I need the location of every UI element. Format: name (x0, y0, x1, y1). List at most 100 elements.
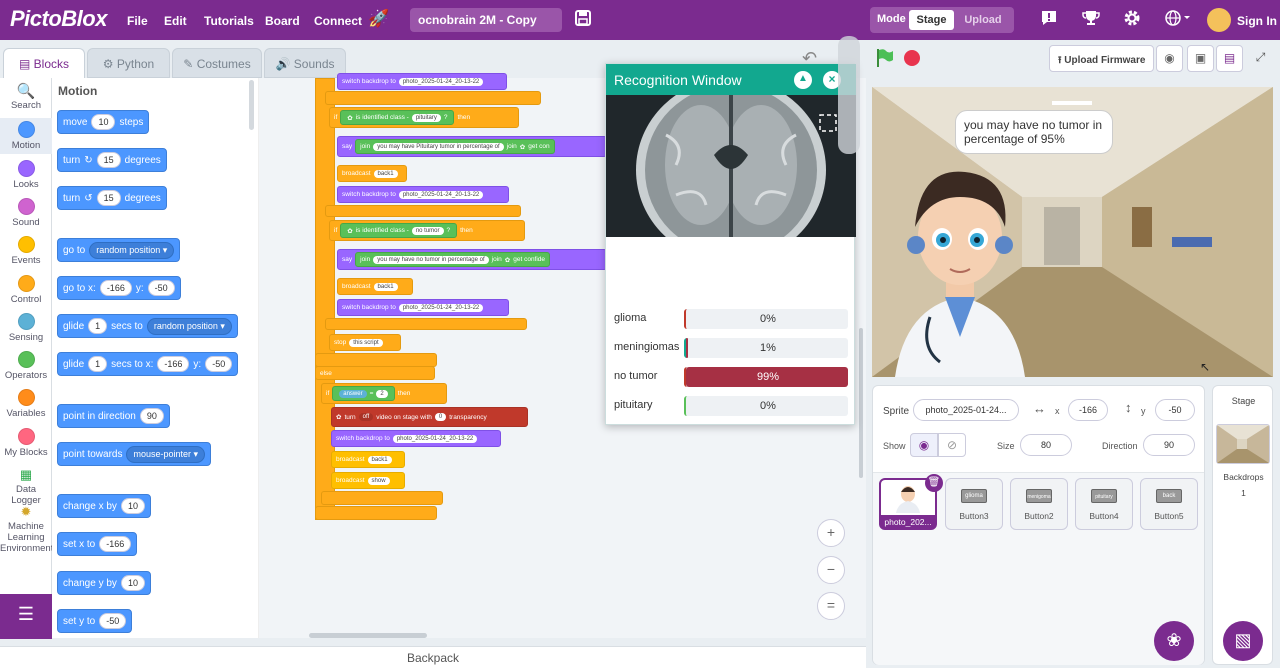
block-move[interactable]: move 10 steps (57, 110, 150, 134)
block-input[interactable]: -166 (99, 280, 132, 296)
ml-condition[interactable]: ✿ is identified class - pituitary ? (340, 110, 455, 125)
tab-python[interactable]: ⚙ Python (87, 48, 170, 78)
block-input[interactable]: 15 (96, 190, 121, 206)
tab-blocks[interactable]: ▤ Blocks (3, 48, 85, 78)
block-input[interactable]: 0 (434, 413, 447, 421)
category-events[interactable]: Events (0, 236, 52, 266)
category-data-logger[interactable]: ▦ Data Logger (0, 467, 52, 506)
mode-upload-button[interactable]: Upload (956, 10, 1010, 30)
add-backdrop-button[interactable]: ▧ (1223, 621, 1263, 661)
block-change-x[interactable]: change x by 10 (57, 494, 151, 518)
block-input[interactable]: no tumor (411, 226, 444, 235)
category-sensing[interactable]: Sensing (0, 313, 52, 343)
rocket-icon[interactable]: 🚀 (368, 9, 389, 29)
backdrop-thumbnail[interactable] (1216, 424, 1270, 464)
menu-board[interactable]: Board (265, 14, 300, 28)
block-input[interactable]: 90 (139, 408, 164, 424)
block-input[interactable]: photo_2025-01-24_20-13-22 (398, 190, 484, 199)
block-turn-right[interactable]: turn ↻ 15 degrees (57, 148, 167, 172)
category-my-blocks[interactable]: My Blocks (0, 428, 52, 458)
block-go-to-xy[interactable]: go to x: -166 y: -50 (57, 276, 181, 300)
join-operator[interactable]: join you may have Pituitary tumor in per… (355, 139, 555, 154)
zoom-in-button[interactable]: + (817, 519, 845, 547)
backpack-bar[interactable]: Backpack (0, 646, 866, 668)
add-extension-button[interactable]: ☰ (0, 594, 52, 639)
block-glide-xy[interactable]: glide 1 secs to x: -166 y: -50 (57, 352, 239, 376)
category-search[interactable]: 🔍 Search (0, 82, 52, 111)
script-if-no-tumor[interactable]: if ✿ is identified class - no tumor ? th… (329, 220, 525, 241)
category-variables[interactable]: Variables (0, 389, 52, 419)
category-looks[interactable]: Looks (0, 160, 52, 190)
y-input[interactable]: -50 (1155, 399, 1195, 421)
zoom-reset-button[interactable]: = (817, 592, 845, 620)
script-say-pituitary[interactable]: say join you may have Pituitary tumor in… (337, 136, 607, 157)
script-say-no-tumor[interactable]: say join you may have no tumor in percen… (337, 249, 607, 270)
equals-operator[interactable]: answer = 2 (332, 386, 395, 401)
block-input[interactable]: -50 (205, 356, 233, 372)
block-input[interactable]: 15 (96, 152, 121, 168)
script-broadcast[interactable]: broadcast back1 (337, 165, 407, 182)
if-block-bar[interactable] (325, 91, 541, 105)
category-sound[interactable]: Sound (0, 198, 52, 228)
category-control[interactable]: Control (0, 275, 52, 305)
feedback-icon[interactable] (1040, 9, 1058, 32)
block-input[interactable]: -50 (99, 613, 127, 629)
script-else[interactable]: else (315, 366, 435, 380)
script-switch-backdrop[interactable]: switch backdrop to photo_2025-01-24_20-1… (337, 299, 509, 316)
block-input[interactable]: photo_2025-01-24_20-13-22 (398, 77, 484, 86)
palette-scrollbar[interactable] (249, 80, 254, 130)
block-point-direction[interactable]: point in direction 90 (57, 404, 170, 428)
language-icon[interactable] (1164, 9, 1192, 32)
sprite-tile[interactable]: menigoma Button2 (1010, 478, 1068, 530)
recognition-window-header[interactable]: Recognition Window (606, 64, 856, 95)
category-operators[interactable]: Operators (0, 351, 52, 381)
green-flag-button[interactable] (872, 46, 898, 72)
delete-sprite-button[interactable]: 🗑 (925, 474, 943, 492)
script-broadcast[interactable]: broadcast show (331, 472, 405, 489)
block-turn-left[interactable]: turn ↺ 15 degrees (57, 186, 167, 210)
sprite-tile[interactable]: glioma Button3 (945, 478, 1003, 530)
block-input[interactable]: -166 (157, 356, 190, 372)
category-motion[interactable]: Motion (0, 118, 52, 154)
if-block-bar[interactable] (321, 491, 443, 505)
block-glide[interactable]: glide 1 secs to random position ▾ (57, 314, 238, 338)
script-if-pituitary[interactable]: if ✿ is identified class - pituitary ? t… (329, 107, 519, 128)
menu-file[interactable]: File (127, 14, 148, 28)
sprite-tile[interactable]: back Button5 (1140, 478, 1198, 530)
join-operator[interactable]: join you may have no tumor in percentage… (355, 252, 551, 267)
show-visible-button[interactable]: ◉ (910, 433, 938, 457)
trophy-icon[interactable] (1082, 9, 1100, 32)
block-dropdown[interactable]: random position ▾ (146, 317, 232, 335)
direction-input[interactable]: 90 (1143, 434, 1195, 456)
block-reporter[interactable]: answer (339, 389, 367, 398)
upload-firmware-button[interactable]: ⭱ Upload Firmware (1049, 45, 1154, 72)
block-set-y[interactable]: set y to -50 (57, 609, 133, 633)
block-input[interactable]: back1 (373, 169, 398, 178)
sprite-name-input[interactable]: photo_2025-01-24... (913, 399, 1019, 421)
x-input[interactable]: -166 (1068, 399, 1108, 421)
if-block-bar[interactable] (315, 353, 437, 367)
drag-handle[interactable] (838, 36, 860, 154)
block-input[interactable]: 10 (120, 575, 145, 591)
block-input[interactable]: photo_2025-01-24_20-13-22 (398, 303, 484, 312)
block-input[interactable]: you may have no tumor in percentage of (373, 255, 489, 264)
gear-icon[interactable] (1123, 9, 1141, 32)
small-stage-button[interactable]: ▣ (1187, 45, 1214, 72)
block-input[interactable]: photo_2025-01-24_20-13-22 (392, 434, 478, 443)
block-input[interactable]: 10 (91, 114, 116, 130)
doctor-sprite[interactable] (890, 157, 1030, 377)
screenshot-button[interactable]: ◉ (1156, 45, 1183, 72)
mode-stage-button[interactable]: Stage (909, 10, 954, 30)
block-input[interactable]: 2 (376, 389, 388, 398)
sign-in-link[interactable]: Sign In (1237, 14, 1277, 28)
if-block-bar[interactable] (325, 318, 527, 330)
save-icon[interactable] (574, 9, 592, 32)
script-broadcast[interactable]: broadcast back1 (331, 451, 405, 468)
zoom-out-button[interactable]: − (817, 556, 845, 584)
script-if-answer[interactable]: if answer = 2 then (321, 383, 447, 404)
block-input[interactable]: -166 (99, 536, 132, 552)
if-block-bar[interactable] (325, 205, 521, 217)
block-dropdown[interactable]: off (358, 413, 374, 421)
menu-connect[interactable]: Connect (314, 14, 362, 28)
project-name-input[interactable]: ocnobrain 2M - Copy (410, 8, 562, 32)
